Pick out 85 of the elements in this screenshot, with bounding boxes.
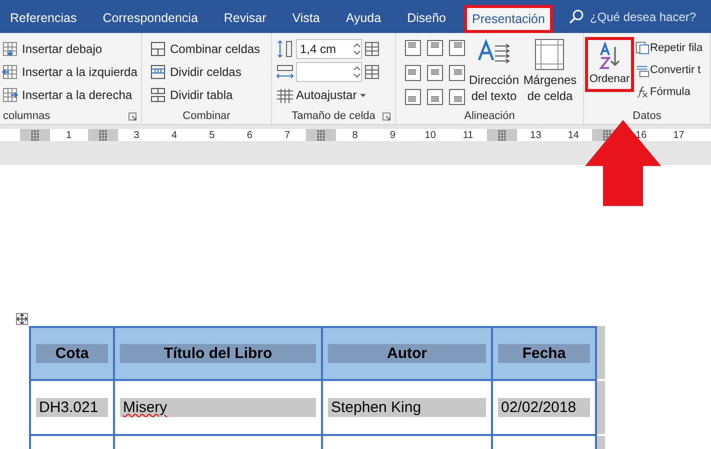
ribbon-tab[interactable]: Ayuda — [338, 4, 390, 32]
column-header: Autor — [328, 344, 486, 363]
spinner-icon[interactable] — [353, 42, 361, 54]
ribbon-tab[interactable]: Presentación — [464, 5, 553, 33]
row-height-icon — [276, 62, 294, 80]
ribbon-button[interactable]: Márgenes de celda — [522, 37, 578, 108]
align-icon[interactable] — [448, 88, 466, 106]
table-icon — [150, 86, 166, 102]
ribbon-button[interactable]: Convertir t — [635, 59, 703, 81]
ribbon-button[interactable]: Insertar debajo — [0, 37, 141, 60]
ruler-number: 17 — [673, 128, 684, 142]
table-icon — [150, 64, 166, 80]
table-icon — [150, 40, 166, 56]
ribbon-button[interactable]: Combinar celdas — [148, 37, 271, 60]
ruler-number: 11 — [462, 128, 474, 142]
ruler-number: 8 — [352, 128, 358, 142]
ribbon-button[interactable]: Repetir fila — [635, 37, 703, 59]
ribbon-tab[interactable]: Revisar — [216, 4, 274, 32]
align-icon[interactable] — [404, 64, 422, 82]
ruler-number: 10 — [424, 128, 436, 142]
input-field[interactable] — [296, 62, 362, 82]
ruler-number: 4 — [171, 128, 177, 142]
align-icon[interactable] — [426, 64, 444, 82]
align-icon[interactable] — [404, 39, 422, 57]
ribbon-tab[interactable]: Diseño — [399, 4, 454, 32]
group-label: Datos — [632, 108, 662, 124]
search-field[interactable]: ¿Qué desea hacer? — [590, 8, 696, 26]
group-label: Alineación — [464, 108, 515, 124]
align-icon[interactable] — [426, 39, 444, 57]
group-label: columnas — [3, 108, 50, 124]
ribbon-button[interactable]: Dirección del texto — [466, 37, 522, 108]
column-marker-icon[interactable] — [30, 130, 40, 140]
align-icon[interactable] — [426, 88, 444, 106]
row-shading — [597, 381, 605, 434]
table-icon[interactable] — [364, 64, 380, 80]
align-icon[interactable] — [448, 64, 466, 82]
formula-icon — [635, 85, 649, 99]
ruler-number: 3 — [134, 128, 140, 142]
align-icon[interactable] — [448, 39, 466, 57]
column-header: Título del Libro — [120, 344, 316, 363]
ruler-number: 1 — [66, 128, 72, 142]
input-field[interactable]: 1,4 cm — [296, 38, 362, 58]
ruler-number: 5 — [209, 128, 215, 142]
ribbon-button[interactable]: Insertar a la derecha — [0, 83, 141, 106]
ruler-number: 13 — [530, 128, 542, 142]
ribbon-tab[interactable]: Referencias — [2, 4, 85, 32]
search-icon[interactable] — [568, 9, 584, 24]
group-label: Tamaño de celda — [292, 108, 376, 124]
table-icon — [276, 86, 294, 102]
table-icon[interactable] — [364, 40, 380, 56]
column-marker-icon[interactable] — [316, 130, 326, 140]
sort-button[interactable]: Ordenar — [585, 37, 634, 92]
dialog-launcher-icon[interactable] — [128, 112, 137, 121]
ruler-number: 16 — [636, 128, 647, 142]
ruler-number: 6 — [246, 128, 252, 142]
column-marker-icon[interactable] — [98, 130, 108, 140]
ruler-number: 14 — [568, 128, 579, 142]
autofit-button[interactable]: Autoajustar — [276, 83, 395, 106]
spinner-icon[interactable] — [353, 66, 361, 78]
table-icon — [635, 63, 649, 77]
column-header: Cota — [36, 344, 108, 363]
ribbon-button[interactable]: Fórmula — [635, 81, 703, 103]
ribbon-button[interactable]: Dividir celdas — [148, 60, 271, 83]
ruler-number: 7 — [284, 128, 290, 142]
caret-icon — [358, 92, 367, 98]
ribbon-tab[interactable]: Vista — [284, 4, 328, 32]
cell-text: Stephen King — [328, 398, 486, 417]
ribbon-button[interactable]: Insertar a la izquierda — [0, 60, 141, 83]
row-height-icon — [276, 40, 294, 58]
ruler-number: 9 — [390, 128, 396, 142]
cell-text: 02/02/2018 — [498, 398, 590, 417]
dialog-launcher-icon[interactable] — [382, 112, 391, 121]
ribbon-button[interactable]: Dividir tabla — [148, 83, 271, 106]
column-header: Fecha — [498, 344, 590, 363]
arrow-icon — [585, 120, 661, 206]
move-handle-icon[interactable] — [16, 313, 28, 325]
column-marker-icon[interactable] — [496, 130, 507, 140]
cell-text: DH3.021 — [36, 398, 108, 417]
row-shading — [597, 326, 605, 379]
sort-icon — [598, 41, 622, 71]
ribbon-tab[interactable]: Correspondencia — [94, 4, 206, 32]
cell-text: Misery — [120, 398, 316, 417]
group-label: Combinar — [182, 108, 230, 124]
align-icon[interactable] — [404, 88, 422, 106]
table-icon — [635, 41, 649, 55]
